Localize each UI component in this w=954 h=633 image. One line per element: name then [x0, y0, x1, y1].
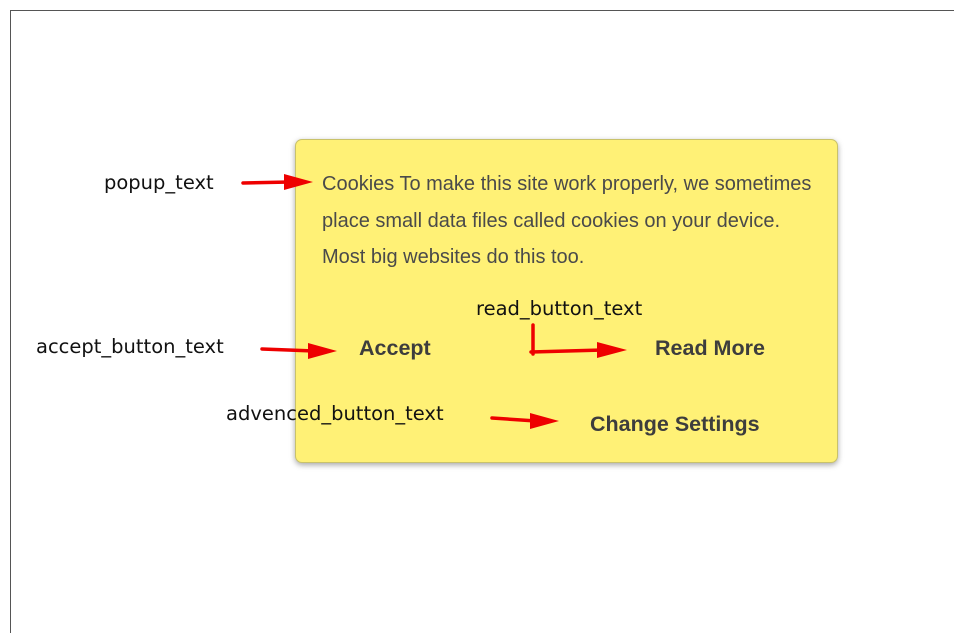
popup-message: Cookies To make this site work properly,…: [322, 173, 812, 268]
read-more-button[interactable]: Read More: [655, 336, 765, 361]
frame-top-border: [10, 10, 954, 11]
annotation-accept-button-text: accept_button_text: [36, 335, 224, 358]
frame-left-border: [10, 10, 11, 633]
annotation-read-button-text: read_button_text: [476, 297, 643, 320]
accept-button[interactable]: Accept: [359, 336, 431, 361]
change-settings-button[interactable]: Change Settings: [590, 412, 760, 437]
annotation-advanced-button-text: advenced_button_text: [226, 402, 444, 425]
annotation-popup-text: popup_text: [104, 171, 214, 194]
